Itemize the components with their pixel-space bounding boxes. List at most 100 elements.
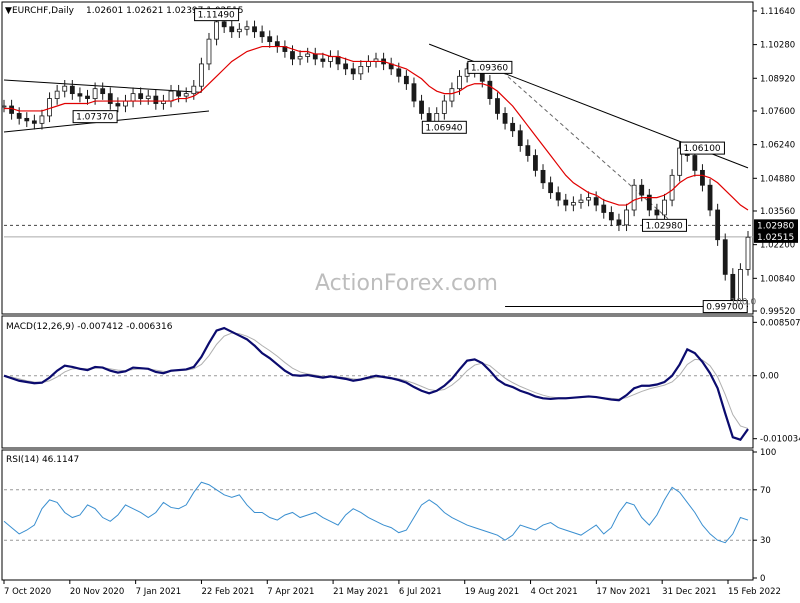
candle-body xyxy=(305,53,311,57)
candle-body xyxy=(419,100,424,114)
candle-body xyxy=(350,68,356,75)
time-tick-label: 31 Dec 2021 xyxy=(662,587,716,597)
macd-signal-line xyxy=(3,332,749,429)
time-axis: 7 Oct 2020 20 Nov 2020 7 Jan 2021 22 Feb 20… xyxy=(3,580,781,597)
chart-window: EURCHF,Daily 1.02601 1.02621 1.02397 1.0… xyxy=(0,0,800,600)
candle-body xyxy=(457,75,462,90)
candle-body xyxy=(320,58,326,62)
price-tick-label: 1.11640 xyxy=(760,7,795,17)
candle-body xyxy=(123,100,128,107)
candle-body xyxy=(221,21,227,28)
rsi-title: RSI(14) 46.1147 xyxy=(6,455,79,465)
candle-body xyxy=(92,88,98,99)
time-tick-label: 20 Nov 2020 xyxy=(70,587,124,597)
candle-body xyxy=(290,51,295,60)
candle-body xyxy=(214,21,219,40)
candle-body xyxy=(722,239,728,275)
candle-body xyxy=(1,105,7,108)
candle-body xyxy=(601,204,607,213)
time-tick-label: 15 Feb 2022 xyxy=(728,587,781,597)
candle-body xyxy=(335,56,341,65)
candle-body xyxy=(669,174,675,201)
time-tick-label: 7 Oct 2020 xyxy=(4,587,51,597)
price-tick-label: 1.08920 xyxy=(760,74,795,84)
candle-body xyxy=(510,122,516,132)
candle-body xyxy=(495,98,500,114)
time-tick-label: 4 Oct 2021 xyxy=(531,587,578,597)
rsi-tick-label: 70 xyxy=(760,486,771,496)
candle-body xyxy=(533,155,538,171)
candle-body xyxy=(707,184,713,211)
price-annotation-label: 1.06940 xyxy=(425,123,462,133)
price-axis: 1.11640 1.10280 1.08920 1.07600 1.06240 1.048… xyxy=(753,7,798,317)
candle-body xyxy=(145,95,151,99)
candle-body xyxy=(198,63,204,87)
candle-body xyxy=(236,28,242,33)
candle-body xyxy=(54,90,60,99)
price-panel-frame xyxy=(1,1,754,315)
candle-body xyxy=(206,38,212,65)
time-tick-label: 22 Feb 2021 xyxy=(201,587,254,597)
current-price-tag-label: 1.02515 xyxy=(757,233,794,243)
candle-body xyxy=(85,95,90,99)
candle-body xyxy=(662,199,667,216)
price-gridlines xyxy=(4,224,753,238)
candle-body xyxy=(578,199,584,203)
time-tick-label: 21 May 2021 xyxy=(333,587,388,597)
macd-series xyxy=(3,326,753,442)
price-annotation-label: 1.02980 xyxy=(645,221,682,231)
price-tick-label: 0.99520 xyxy=(760,307,795,317)
candle-body xyxy=(624,209,629,226)
price-annotation-label: 1.06100 xyxy=(683,144,720,154)
macd-title: MACD(12,26,9) -0.007412 -0.006316 xyxy=(6,322,173,332)
candle-body xyxy=(16,113,22,119)
candle-body xyxy=(654,209,660,216)
rsi-tick-label: 30 xyxy=(760,536,771,546)
price-annotation-label: 1.07370 xyxy=(76,113,113,123)
candle-body xyxy=(259,31,265,38)
candle-body xyxy=(517,130,523,147)
candle-body xyxy=(540,169,546,184)
macd-axis: 0.008507 0.00 -0.010034 xyxy=(753,318,800,445)
candle-body xyxy=(745,236,751,270)
candle-body xyxy=(631,184,637,211)
candle-body xyxy=(9,105,14,114)
candle-body xyxy=(229,26,235,33)
candle-body xyxy=(525,145,531,156)
candle-body xyxy=(608,212,614,221)
candle-body xyxy=(570,202,576,206)
candle-body xyxy=(176,90,182,97)
rsi-tick-label: 0 xyxy=(760,574,765,584)
candle-body xyxy=(62,85,68,92)
candle-body xyxy=(715,209,721,241)
time-tick-label: 7 Jan 2021 xyxy=(136,587,182,597)
watermark: ActionForex.com xyxy=(315,271,498,296)
candle-body xyxy=(586,197,591,201)
price-tick-label: 1.04880 xyxy=(760,174,795,184)
macd-main-line xyxy=(3,326,749,442)
price-tick-label: 1.03560 xyxy=(760,207,795,217)
candle-body xyxy=(366,61,371,67)
candle-body xyxy=(593,197,599,206)
price-annotation-label: 1.09360 xyxy=(471,63,508,73)
candle-body xyxy=(244,26,250,30)
candle-body xyxy=(502,113,508,124)
candle-body xyxy=(396,68,402,77)
time-tick-label: 7 Apr 2021 xyxy=(267,587,314,597)
candle-body xyxy=(692,155,698,171)
candles xyxy=(1,15,751,311)
candle-body xyxy=(328,56,333,62)
candle-body xyxy=(312,53,318,60)
candle-body xyxy=(77,93,83,97)
candle-body xyxy=(130,93,136,102)
fib-level-label: 100.0 xyxy=(730,298,756,308)
candle-body xyxy=(616,219,622,226)
candle-body xyxy=(100,88,106,95)
rsi-axis: 100 70 30 0 xyxy=(753,448,776,584)
price-annotation-label: 1.11490 xyxy=(198,11,235,21)
macd-panel-frame xyxy=(1,315,754,449)
candle-body xyxy=(168,90,174,102)
candle-body xyxy=(411,83,417,102)
macd-tick-label: 0.008507 xyxy=(760,318,800,328)
menu-arrow-icon[interactable]: ▼ xyxy=(5,6,12,16)
